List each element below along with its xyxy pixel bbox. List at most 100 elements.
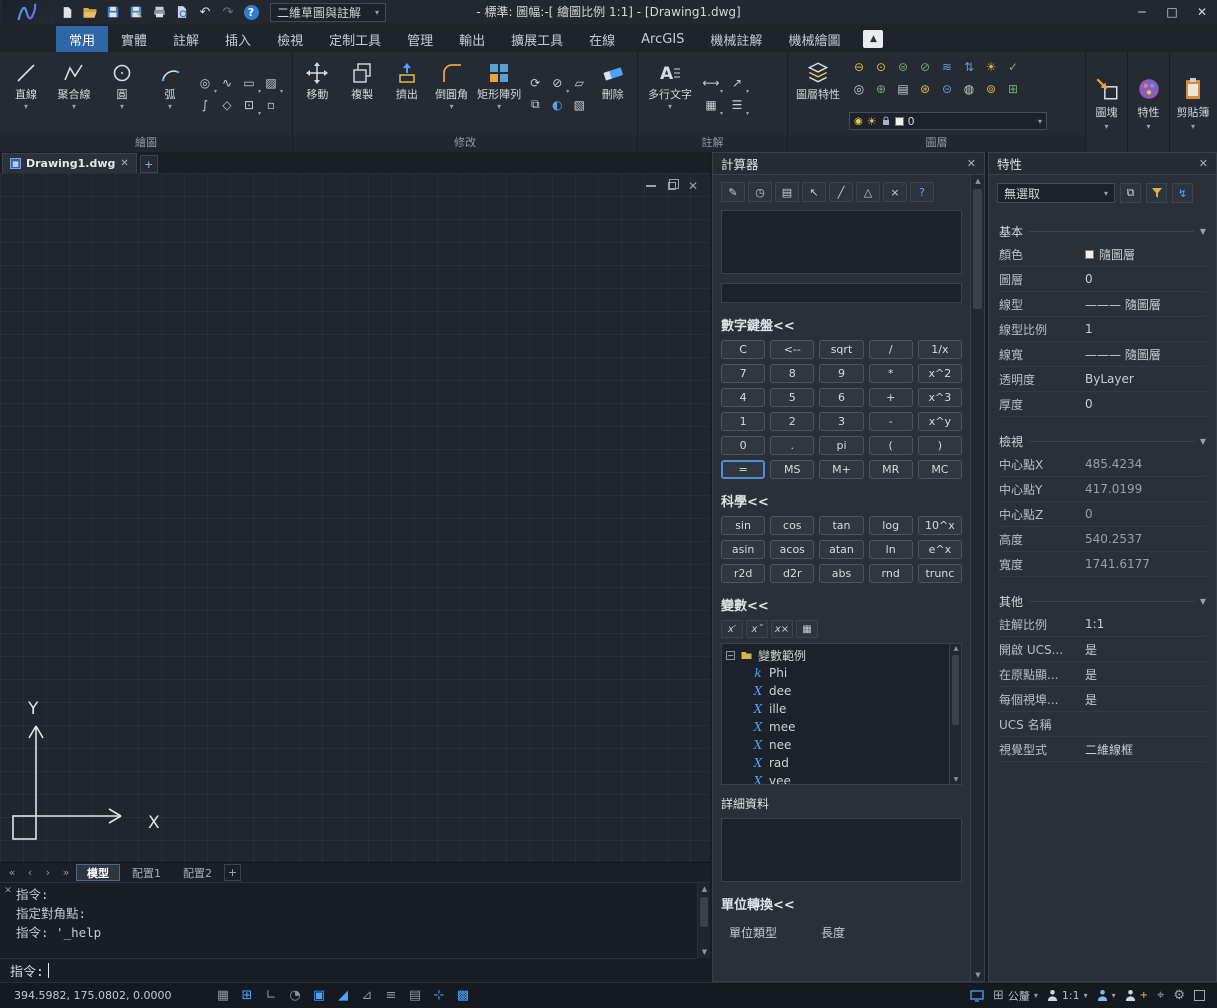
layout1-tab[interactable]: 配置1 [122,864,171,881]
region-icon[interactable]: ⊡ [239,95,259,115]
graphics-performance-button[interactable] [970,990,984,1002]
fullscreen-button[interactable] [1194,990,1205,1001]
calc-key[interactable]: C [721,340,765,359]
plot-preview-button[interactable] [171,2,193,22]
calc-key[interactable]: . [770,436,814,455]
properties-close-icon[interactable]: ✕ [1199,157,1208,170]
workspace-selector[interactable]: 二維草圖與註解 ▾ [270,3,386,22]
app-logo-button[interactable] [2,0,54,24]
variables-section-header[interactable]: 變數<< [721,595,962,614]
rectangular-array-button[interactable]: 矩形陣列 ▾ [475,54,523,133]
property-row[interactable]: 中心點Z 0 [999,502,1206,527]
edit-variable-icon[interactable]: x˝ [746,620,768,638]
rotate-icon[interactable]: ⟳ [525,73,545,93]
get-coordinates-icon[interactable]: ↖ [802,182,826,202]
command-input[interactable]: 指令: [0,958,696,982]
layer-tool-icon[interactable]: ⊜ [893,57,913,77]
tab-home[interactable]: 常用 [56,26,108,52]
numpad-section-header[interactable]: 數字鍵盤<< [721,315,962,334]
layer-tool-icon[interactable]: ⊚ [981,79,1001,99]
table-icon[interactable]: ▦ [701,95,721,115]
layer-tool-icon[interactable]: ⊖ [849,57,869,77]
next-layout-button[interactable]: › [40,865,56,881]
maximize-button[interactable]: □ [1157,0,1187,24]
collapse-node-icon[interactable] [726,651,735,660]
variable-item[interactable]: k Phi [726,664,947,682]
scrollbar-thumb[interactable] [700,897,708,927]
variable-item[interactable]: X nee [726,736,947,754]
transparency-toggle[interactable]: ▤ [404,986,426,1006]
variable-item[interactable]: X dee [726,682,947,700]
copy-button[interactable]: 複製 [341,54,384,133]
help-button[interactable]: ? [240,2,262,22]
scroll-up-icon[interactable]: ▲ [950,645,962,652]
property-row[interactable]: 中心點X 485.4234 [999,452,1206,477]
scroll-down-icon[interactable]: ▼ [950,776,962,783]
layer-tool-icon[interactable]: ⊕ [871,79,891,99]
quick-select-button[interactable] [1146,183,1167,203]
undo-button[interactable]: ↶ [194,2,216,22]
section-basic[interactable]: 基本 ▼ [999,223,1206,240]
layer-tool-icon[interactable]: ☀ [981,57,1001,77]
calc-scientific-key[interactable]: sin [721,516,765,535]
calc-key[interactable]: * [869,364,913,383]
distance-between-points-icon[interactable]: ╱ [829,182,853,202]
plot-button[interactable] [148,2,170,22]
panel-caption-draw[interactable]: 繪圖 [0,135,292,152]
property-row[interactable]: 中心點Y 417.0199 [999,477,1206,502]
calc-key[interactable]: 9 [819,364,863,383]
scroll-up-icon[interactable]: ▲ [698,883,711,895]
layer-tool-icon[interactable]: ⇅ [959,57,979,77]
block-button[interactable]: 圖塊 ▾ [1086,52,1127,152]
clipboard-button[interactable]: 剪貼簿 ▾ [1170,52,1216,152]
rectangle-icon[interactable]: ▭ [239,73,259,93]
calc-scientific-key[interactable]: e^x [918,540,962,559]
layer-tool-icon[interactable]: ⊞ [1003,79,1023,99]
selection-type-dropdown[interactable]: 無選取 ▾ [997,183,1115,203]
document-close-icon[interactable]: ✕ [120,158,128,169]
calc-key[interactable]: MS [770,460,814,479]
layer-tool-icon[interactable]: ⊙ [871,57,891,77]
units-section-header[interactable]: 單位轉換<< [721,894,962,913]
calc-key[interactable]: 8 [770,364,814,383]
calc-key[interactable]: pi [819,436,863,455]
arc-button[interactable]: 弧 ▾ [147,54,193,133]
property-row[interactable]: 在原點顯... 是 [999,662,1206,687]
calc-scientific-key[interactable]: tan [819,516,863,535]
calc-scientific-key[interactable]: atan [819,540,863,559]
calc-key[interactable]: ( [869,436,913,455]
open-button[interactable] [79,2,101,22]
units-row[interactable]: 單位類型 長度 [721,919,962,941]
viewport-restore-icon[interactable] [668,182,676,190]
object-snap-tracking-toggle[interactable]: ◢ [332,986,354,1006]
scrollbar-thumb[interactable] [952,655,959,725]
panel-caption-layers[interactable]: 圖層 [788,135,1085,152]
properties-button[interactable]: 特性 ▾ [1128,52,1169,152]
new-drawing-tab-button[interactable]: + [140,155,158,173]
select-objects-button[interactable]: ↯ [1172,183,1193,203]
add-layout-button[interactable]: + [224,864,241,881]
property-row[interactable]: 厚度 0 [999,392,1206,417]
spline-icon[interactable]: ∿ [217,73,237,93]
layer-tool-icon[interactable]: ⊛ [915,79,935,99]
tab-arcgis[interactable]: ArcGIS [628,26,697,52]
selection-cycling-toggle[interactable]: ⊹ [428,986,450,1006]
tab-insert[interactable]: 插入 [212,26,264,52]
property-row[interactable]: 開啟 UCS... 是 [999,637,1206,662]
property-row[interactable]: 圖層 0 [999,267,1206,292]
tab-online[interactable]: 在線 [576,26,628,52]
move-button[interactable]: 移動 [296,54,339,133]
tab-solid[interactable]: 實體 [108,26,160,52]
calculator-header[interactable]: 計算器 ✕ [713,153,984,175]
properties-header[interactable]: 特性 ✕ [989,153,1216,175]
property-row[interactable]: UCS 名稱 [999,712,1206,737]
variables-root-folder[interactable]: 變數範例 [726,646,947,664]
calc-key[interactable]: M+ [819,460,863,479]
property-row[interactable]: 線型 ——— 隨圖層 [999,292,1206,317]
previous-layout-button[interactable]: ‹ [22,865,38,881]
polyline-button[interactable]: 聚合線 ▾ [51,54,97,133]
delete-variable-icon[interactable]: x× [771,620,793,638]
calc-key[interactable]: x^3 [918,388,962,407]
grid-toggle[interactable]: ⊞ [236,986,258,1006]
model-tab[interactable]: 模型 [76,864,120,881]
